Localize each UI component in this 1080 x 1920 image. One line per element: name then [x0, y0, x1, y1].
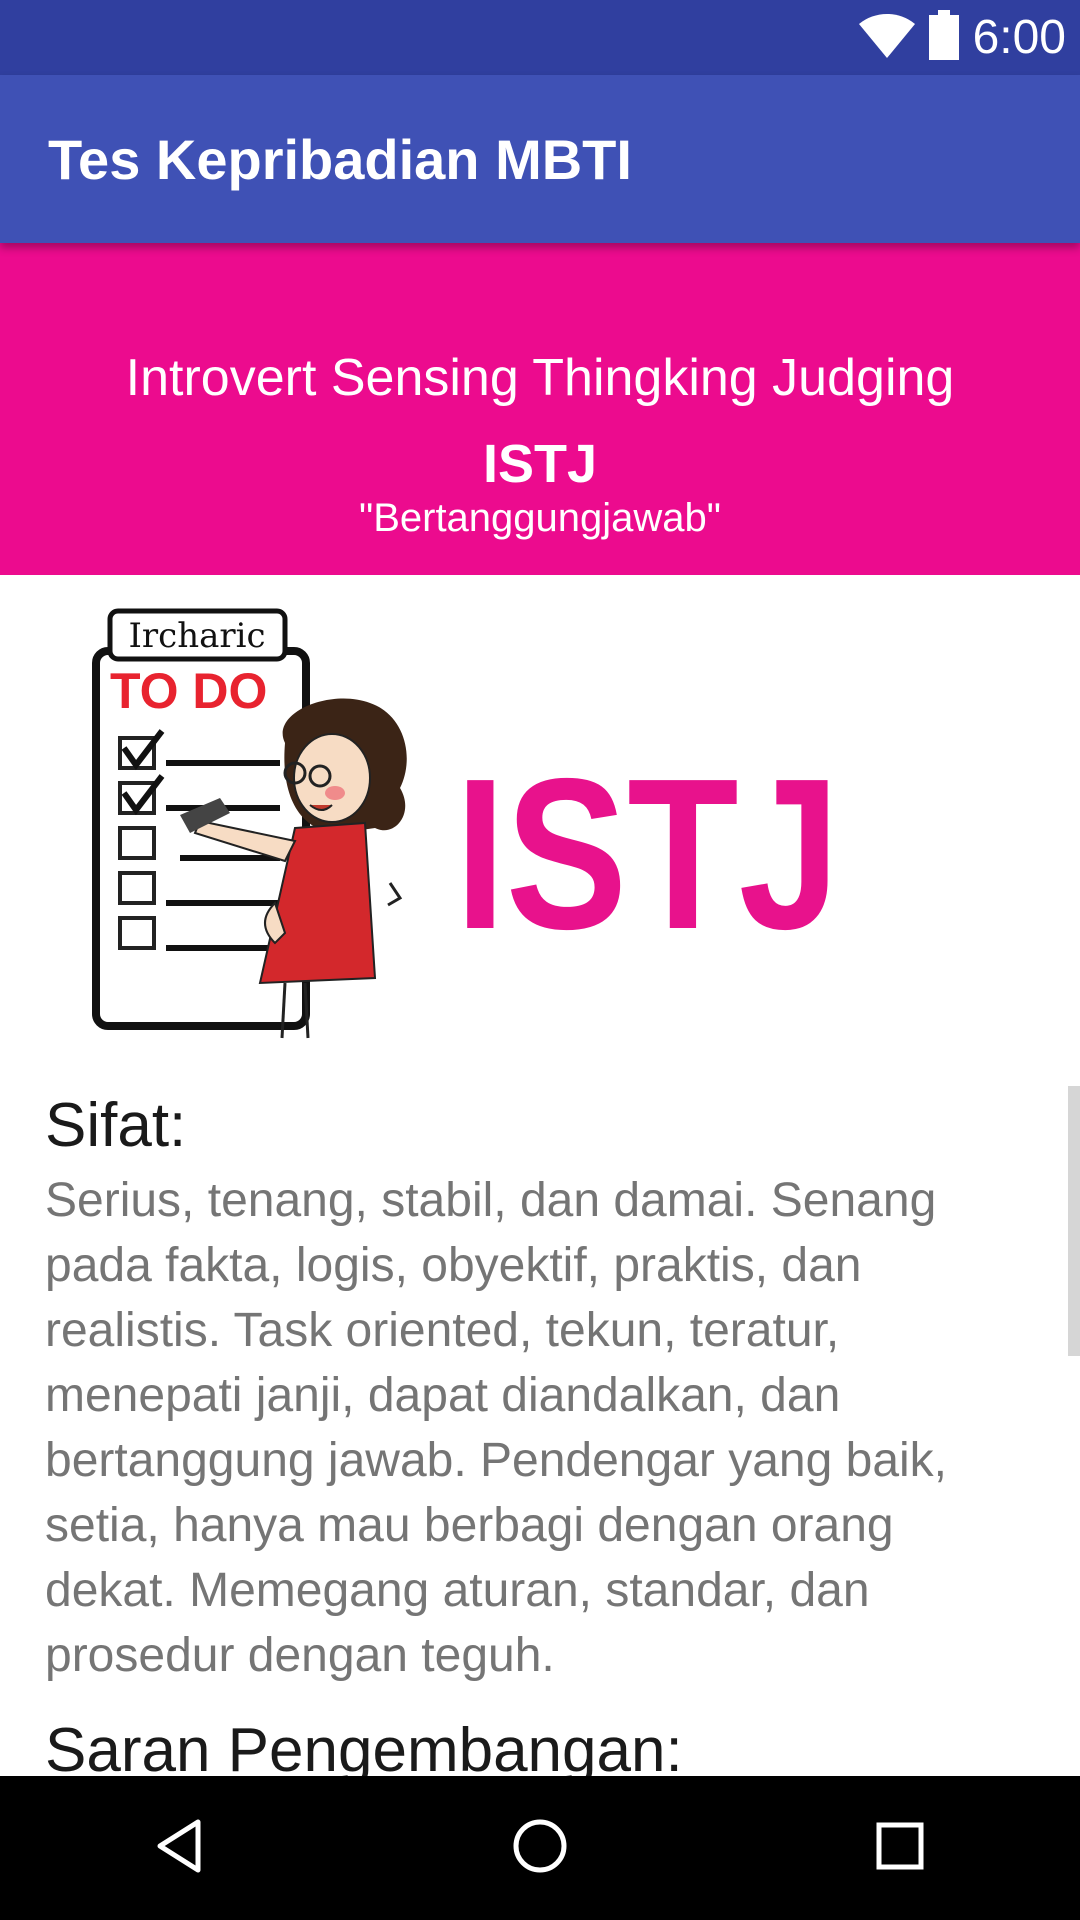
personality-banner: Introvert Sensing Thingking Judging ISTJ… [0, 243, 1080, 575]
app-bar: Tes Kepribadian MBTI [0, 75, 1080, 243]
section-body-sifat: Serius, tenang, stabil, dan damai. Senan… [45, 1174, 948, 1682]
todo-label: TO DO [110, 663, 267, 719]
status-bar: 6:00 [0, 0, 1080, 75]
navigation-bar [0, 1776, 1080, 1920]
content-scroll-area[interactable]: Introvert Sensing Thingking Judging ISTJ… [0, 243, 1080, 1776]
personality-nickname: "Bertanggungjawab" [359, 496, 721, 540]
home-icon [510, 1816, 570, 1881]
battery-icon [928, 10, 959, 65]
wifi-icon [858, 12, 915, 63]
status-icons: 6:00 [858, 0, 1066, 75]
scrollbar[interactable] [1068, 1086, 1080, 1356]
istj-illustration: Ircharic TO DO ISTJ [92, 608, 840, 1039]
status-time: 6:00 [972, 11, 1066, 64]
section-title-saran: Saran Pengembangan: [45, 1716, 683, 1776]
home-button[interactable] [460, 1776, 620, 1920]
section-title-sifat: Sifat: [45, 1091, 187, 1160]
personality-type-code: ISTJ [482, 434, 598, 494]
recents-button[interactable] [820, 1776, 980, 1920]
recents-icon [870, 1816, 930, 1881]
back-button[interactable] [100, 1776, 260, 1920]
back-icon [150, 1816, 210, 1881]
istj-logo-text: ISTJ [455, 733, 840, 974]
app-title: Tes Kepribadian MBTI [48, 127, 632, 191]
personality-type-name: Introvert Sensing Thingking Judging [125, 349, 955, 407]
illustration-caption: Ircharic [128, 616, 265, 656]
